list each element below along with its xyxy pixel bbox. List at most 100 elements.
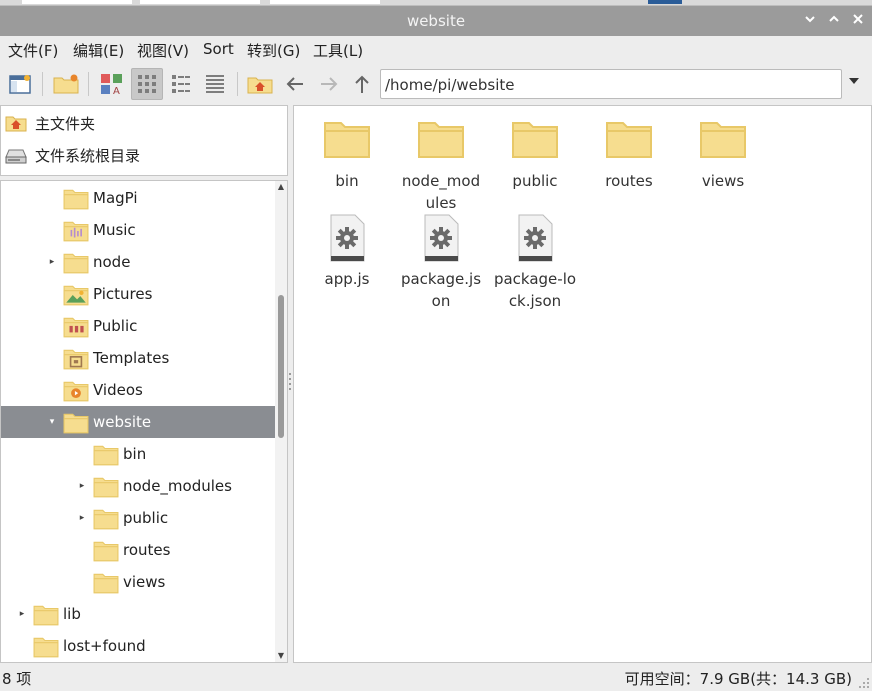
tree-item-lost-found[interactable]: lost+found	[1, 630, 275, 662]
menu-view[interactable]: 视图(V)	[137, 40, 189, 61]
tree-item-label: node_modules	[123, 477, 232, 495]
expand-arrow-icon[interactable]: ▸	[76, 512, 88, 524]
tree-item-routes[interactable]: routes	[1, 534, 275, 566]
scroll-down-button[interactable]: ▼	[275, 650, 287, 662]
directory-tree[interactable]: MagPi Music ▸ node Pictures Public Templa…	[0, 180, 288, 663]
new-window-button[interactable]	[4, 68, 36, 100]
tree-item-public[interactable]: Public	[1, 310, 275, 342]
menu-go[interactable]: 转到(G)	[247, 40, 300, 61]
expand-arrow-icon[interactable]: ▸	[76, 480, 88, 492]
tree-scrollbar[interactable]: ▲ ▼	[275, 181, 287, 662]
address-bar[interactable]: /home/pi/website	[380, 69, 842, 99]
file-name: package.json	[400, 270, 482, 310]
address-history-dropdown[interactable]	[844, 76, 864, 96]
icon-view-button[interactable]: A	[96, 68, 128, 100]
list-view-button[interactable]	[165, 68, 197, 100]
folder-icon	[93, 509, 119, 530]
tree-item-node[interactable]: ▸ node	[1, 246, 275, 278]
collapse-arrow-icon[interactable]: ▾	[46, 416, 58, 428]
tree-item-lib[interactable]: ▸ lib	[1, 598, 275, 630]
tree-item-magpi[interactable]: MagPi	[1, 182, 275, 214]
menu-file[interactable]: 文件(F)	[8, 40, 58, 61]
folder-icon	[33, 605, 59, 626]
file-item-public[interactable]: public	[488, 116, 582, 192]
tree-item-templates[interactable]: Templates	[1, 342, 275, 374]
folder-icon	[93, 541, 119, 562]
menu-sort[interactable]: Sort	[203, 40, 234, 58]
file-name: node_modules	[401, 172, 481, 212]
tree-item-pictures[interactable]: Pictures	[1, 278, 275, 310]
file-name: bin	[335, 172, 359, 190]
home-button[interactable]	[244, 68, 276, 100]
place-label: 主文件夹	[35, 114, 96, 133]
tree-item-bin[interactable]: bin	[1, 438, 275, 470]
public-folder-icon	[63, 317, 89, 338]
file-item-node-modules[interactable]: node_modules	[394, 116, 488, 214]
tree-item-label: Public	[93, 317, 138, 335]
toolbar-separator	[42, 72, 43, 96]
tree-item-website[interactable]: ▾ website	[1, 406, 275, 438]
folder-icon	[33, 637, 59, 658]
tree-item-label: website	[93, 413, 152, 431]
taskbar-blip	[648, 0, 682, 4]
tree-item-music[interactable]: Music	[1, 214, 275, 246]
title-bar[interactable]: website	[0, 6, 872, 36]
forward-button[interactable]	[313, 68, 345, 100]
new-folder-button[interactable]	[50, 68, 82, 100]
minimize-icon	[805, 16, 815, 23]
templates-folder-icon	[63, 349, 89, 370]
menu-tools[interactable]: 工具(L)	[313, 40, 363, 61]
file-item-routes[interactable]: routes	[582, 116, 676, 192]
tree-item-public[interactable]: ▸ public	[1, 502, 275, 534]
tree-item-views[interactable]: views	[1, 566, 275, 598]
file-item-views[interactable]: views	[676, 116, 770, 192]
close-icon	[853, 14, 863, 24]
window-title: website	[406, 12, 466, 30]
scrollbar-thumb[interactable]	[278, 295, 284, 438]
taskbar-blip	[270, 0, 380, 4]
place-filesystem-root[interactable]: 文件系统根目录	[5, 142, 140, 168]
maximize-button[interactable]	[824, 11, 844, 31]
taskbar-blip	[22, 0, 132, 4]
arrow-left-icon	[286, 77, 303, 91]
minimize-button[interactable]	[800, 11, 820, 31]
place-home[interactable]: 主文件夹	[5, 110, 95, 136]
folder-icon	[63, 189, 89, 210]
file-name: routes	[605, 172, 653, 190]
tree-item-label: MagPi	[93, 189, 138, 207]
resize-grip-icon[interactable]	[858, 677, 870, 689]
folder-icon	[63, 413, 89, 434]
chevron-down-icon	[849, 78, 859, 84]
tree-item-videos[interactable]: Videos	[1, 374, 275, 406]
file-name: public	[512, 172, 558, 190]
pictures-folder-icon	[63, 285, 89, 306]
expand-arrow-icon[interactable]: ▸	[16, 608, 28, 620]
file-item-app-js[interactable]: app.js	[300, 214, 394, 290]
pane-splitter[interactable]	[288, 370, 292, 400]
maximize-icon	[829, 15, 839, 22]
menu-bar: 文件(F) 编辑(E) 视图(V) Sort 转到(G) 工具(L)	[0, 36, 872, 64]
folder-icon	[606, 122, 652, 158]
expand-arrow-icon[interactable]: ▸	[46, 256, 58, 268]
file-item-bin[interactable]: bin	[300, 116, 394, 192]
grid-view-icon	[138, 75, 156, 93]
compact-view-button[interactable]	[131, 68, 163, 100]
status-bar: 8 项 可用空间：7.9 GB(共：14.3 GB)	[0, 663, 872, 691]
menu-edit[interactable]: 编辑(E)	[73, 40, 124, 61]
scroll-up-button[interactable]: ▲	[275, 181, 287, 193]
music-folder-icon	[63, 221, 89, 242]
toolbar-separator	[88, 72, 89, 96]
folder-icon	[418, 122, 464, 158]
close-button[interactable]	[848, 11, 868, 31]
back-button[interactable]	[279, 68, 311, 100]
file-item-package-lock-json[interactable]: package-lock.json	[488, 214, 582, 312]
file-view[interactable]: bin node_modules public routes views app…	[293, 105, 872, 663]
up-button[interactable]	[346, 68, 378, 100]
tree-item-node-modules[interactable]: ▸ node_modules	[1, 470, 275, 502]
tree-item-label: Pictures	[93, 285, 153, 303]
script-file-icon	[330, 214, 365, 262]
file-item-package-json[interactable]: package.json	[394, 214, 488, 312]
file-name: app.js	[324, 270, 370, 288]
folder-icon	[700, 122, 746, 158]
detailed-view-button[interactable]	[199, 68, 231, 100]
